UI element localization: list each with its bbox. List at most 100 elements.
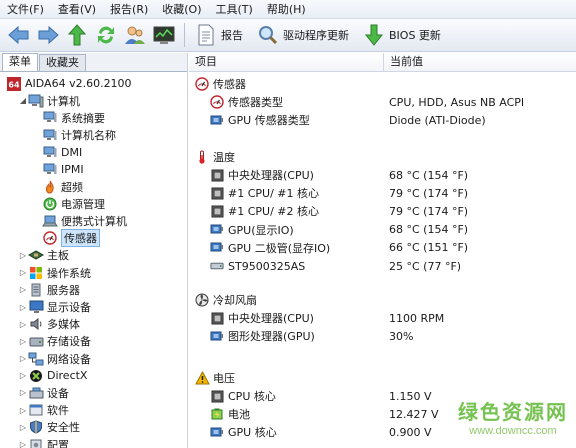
tree-collapsed-arrow-icon[interactable]: ▷ — [18, 337, 28, 346]
down-arrow-icon — [361, 22, 387, 48]
sensor-row[interactable]: 传感器类型 CPU, HDD, Asus NB ACPI — [189, 93, 576, 111]
navigation-tree: 64 AIDA64 v2.60.2100 ◢ 计算机系统摘要计算机名称 DMI IPMI 超… — [0, 72, 187, 448]
tree-item-label: 计算机 — [47, 94, 80, 108]
tree-collapsed-arrow-icon[interactable]: ▷ — [18, 440, 28, 448]
tree-item[interactable]: 便携式计算机 — [0, 213, 187, 230]
tree-collapsed-arrow-icon[interactable]: ▷ — [18, 251, 28, 260]
tree-collapsed-arrow-icon[interactable]: ▷ — [18, 423, 28, 432]
toolbar-separator — [184, 23, 185, 47]
up-arrow-icon[interactable] — [64, 22, 90, 48]
tree-item[interactable]: 电源管理 — [0, 195, 187, 212]
tree-collapsed-arrow-icon[interactable]: ▷ — [18, 388, 28, 397]
sensor-row[interactable]: 中央处理器(CPU) 68 °C (154 °F) — [189, 166, 576, 184]
tree-item[interactable]: IPMI — [0, 161, 187, 178]
tree-item[interactable]: ▷ 设备 — [0, 384, 187, 401]
tree-item[interactable]: DMI — [0, 144, 187, 161]
sensor-row[interactable]: 中央处理器(CPU) 1100 RPM — [189, 309, 576, 327]
sensor-row[interactable]: GPU 传感器类型 Diode (ATI-Diode) — [189, 111, 576, 129]
flame-icon — [42, 180, 58, 194]
menu-file[interactable]: 文件(F) — [0, 0, 51, 19]
chip-monitor-icon[interactable] — [151, 22, 177, 48]
sensor-row-label-wrap: GPU 传感器类型 — [210, 112, 310, 128]
tree-item[interactable]: 传感器 — [0, 229, 187, 248]
tree-collapsed-arrow-icon[interactable]: ▷ — [18, 303, 28, 312]
tree-collapsed-arrow-icon[interactable]: ▷ — [18, 371, 28, 380]
sensor-row-label: GPU(显示IO) — [228, 223, 294, 237]
sensor-row-label: GPU 二极管(显存IO) — [228, 241, 331, 255]
column-header-value[interactable]: 当前值 — [384, 53, 423, 71]
tree-collapsed-arrow-icon[interactable]: ▷ — [18, 285, 28, 294]
sensor-row-label: 图形处理器(GPU) — [228, 330, 315, 344]
sensor-row[interactable]: GPU 二极管(显存IO) 66 °C (151 °F) — [189, 239, 576, 257]
menu-favorites[interactable]: 收藏(O) — [155, 0, 208, 19]
tree-item-label: IPMI — [61, 163, 84, 177]
forward-arrow-icon[interactable] — [35, 22, 61, 48]
tab-favorites[interactable]: 收藏夹 — [39, 54, 86, 71]
tree-item[interactable]: ▷ 显示设备 — [0, 298, 187, 315]
report-button[interactable]: 报告 — [189, 22, 247, 48]
back-arrow-icon[interactable] — [6, 22, 32, 48]
refresh-icon[interactable] — [93, 22, 119, 48]
windows-logo-icon — [28, 266, 44, 280]
tree-item[interactable]: 超频 — [0, 178, 187, 195]
tree-item[interactable]: ▷ DirectX — [0, 367, 187, 384]
gpu-chip-icon — [210, 426, 224, 439]
power-icon — [42, 197, 58, 211]
toolbar: 报告 驱动程序更新 BIOS 更新 — [0, 19, 576, 52]
menu-report[interactable]: 报告(R) — [103, 0, 155, 19]
cpu-chip-icon — [210, 169, 224, 182]
tree-item[interactable]: 64 AIDA64 v2.60.2100 — [0, 75, 187, 92]
sensor-row-value: 68 °C (154 °F) — [389, 168, 469, 182]
tree-collapsed-arrow-icon[interactable]: ▷ — [18, 268, 28, 277]
sensor-row[interactable]: ST9500325AS 25 °C (77 °F) — [189, 257, 576, 275]
tree-item[interactable]: ▷ 软件 — [0, 402, 187, 419]
sensor-row[interactable]: #1 CPU/ #2 核心 79 °C (174 °F) — [189, 202, 576, 220]
tree-item[interactable]: ▷ 配置 — [0, 436, 187, 448]
column-header-item[interactable]: 项目 — [189, 53, 384, 71]
sensor-gauge-icon — [42, 231, 58, 245]
sensor-row-value: 12.427 V — [389, 407, 439, 421]
tree-item[interactable]: ▷ 网络设备 — [0, 350, 187, 367]
sensor-row-label: 中央处理器(CPU) — [228, 312, 314, 325]
tree-collapsed-arrow-icon[interactable]: ▷ — [18, 406, 28, 415]
tree-item[interactable]: ▷ 主板 — [0, 247, 187, 264]
tree-item[interactable]: ◢ 计算机 — [0, 92, 187, 109]
gpu-chip-icon — [210, 241, 224, 254]
sensor-row-label-wrap: #1 CPU/ #1 核心 — [210, 185, 319, 201]
tree-item[interactable]: ▷ 安全性 — [0, 419, 187, 436]
sensor-row[interactable]: 图形处理器(GPU) 30% — [189, 327, 576, 345]
tree-item[interactable]: ▷ 操作系统 — [0, 264, 187, 281]
computer-small-icon — [42, 111, 58, 125]
sensor-row-label-wrap: CPU 核心 — [210, 388, 276, 404]
tree-item-label: 传感器 — [61, 229, 100, 248]
gpu-chip-icon — [210, 223, 224, 236]
sensor-row-value: 79 °C (174 °F) — [389, 186, 469, 200]
tree-expanded-arrow-icon[interactable]: ◢ — [18, 96, 28, 105]
tree-item-label: 设备 — [47, 386, 69, 400]
watermark-url: www.downcc.com — [469, 425, 557, 437]
sensor-row[interactable]: GPU(显示IO) 68 °C (154 °F) — [189, 221, 576, 239]
tree-item[interactable]: 系统摘要 — [0, 109, 187, 126]
aida64-logo-icon: 64 — [6, 76, 22, 91]
tree-collapsed-arrow-icon[interactable]: ▷ — [18, 320, 28, 329]
tree-item[interactable]: ▷ 存储设备 — [0, 333, 187, 350]
menu-view[interactable]: 查看(V) — [51, 0, 103, 19]
sensor-row-label-wrap: 中央处理器(CPU) — [210, 167, 314, 183]
user-icon[interactable] — [122, 22, 148, 48]
tree-item[interactable]: ▷ 多媒体 — [0, 316, 187, 333]
thermometer-icon — [194, 150, 210, 164]
tree-item-label: 系统摘要 — [61, 111, 105, 125]
bios-update-button[interactable]: BIOS 更新 — [357, 22, 445, 48]
sensor-row-label: 电池 — [228, 408, 250, 422]
tree-collapsed-arrow-icon[interactable]: ▷ — [18, 354, 28, 363]
tab-menu[interactable]: 菜单 — [2, 53, 38, 71]
menu-tools[interactable]: 工具(T) — [209, 0, 260, 19]
driver-update-button[interactable]: 驱动程序更新 — [251, 22, 353, 48]
tree-item[interactable]: 计算机名称 — [0, 127, 187, 144]
sensor-row[interactable]: #1 CPU/ #1 核心 79 °C (174 °F) — [189, 184, 576, 202]
tree-item-label: 主板 — [47, 249, 69, 263]
battery-icon — [210, 408, 224, 421]
sensor-row-label-wrap: 传感器类型 — [210, 94, 283, 110]
menu-help[interactable]: 帮助(H) — [260, 0, 313, 19]
tree-item[interactable]: ▷ 服务器 — [0, 281, 187, 298]
